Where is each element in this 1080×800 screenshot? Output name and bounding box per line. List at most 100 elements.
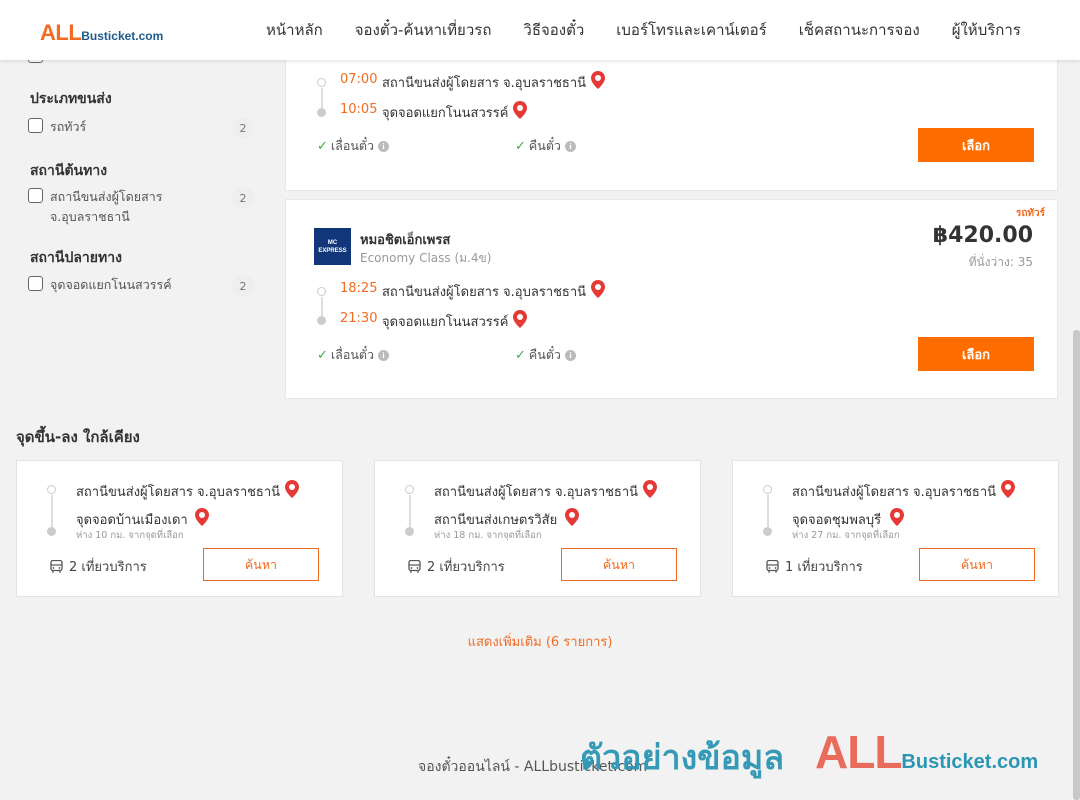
service-class: Economy Class (ม.4ข) <box>360 251 492 265</box>
feature-label: เลื่อนตั๋ว <box>330 138 375 153</box>
nearby-trip-count: 2 เที่ยวบริการ <box>50 556 147 577</box>
timeline-line <box>321 88 323 110</box>
info-icon[interactable]: i <box>564 140 576 152</box>
map-pin-icon[interactable] <box>591 280 605 298</box>
filter-checkbox[interactable] <box>28 188 43 203</box>
nav-how-to-book[interactable]: วิธีจองตั๋ว <box>523 18 584 42</box>
nearby-distance: ห่าง 18 กม. จากจุดที่เลือก <box>434 530 542 541</box>
nav-operators[interactable]: ผู้ให้บริการ <box>952 18 1021 42</box>
nearby-from: สถานีขนส่งผู้โดยสาร จ.อุบลราชธานี <box>76 485 281 500</box>
map-pin-icon[interactable] <box>285 480 299 498</box>
trip-card: 07:00 สถานีขนส่งผู้โดยสาร จ.อุบลราชธานี … <box>285 55 1058 191</box>
filter-label: สถานีขนส่งผู้โดยสาร จ.อุบลราชธานี <box>50 189 163 224</box>
vehicle-type-badge: รถทัวร์ <box>1015 208 1045 219</box>
nearby-search-button[interactable]: ค้นหา <box>203 548 319 581</box>
depart-time: 07:00 <box>340 72 378 87</box>
bus-icon <box>766 560 779 573</box>
nearby-to: จุดจอดบ้านเมืองเดา <box>76 513 188 528</box>
nearby-from: สถานีขนส่งผู้โดยสาร จ.อุบลราชธานี <box>792 485 997 500</box>
site-header: ALLBusticket.com หน้าหลัก จองตั๋ว-ค้นหาเ… <box>0 0 1080 60</box>
info-icon[interactable]: i <box>564 349 576 361</box>
site-logo[interactable]: ALLBusticket.com <box>40 20 163 46</box>
watermark-text: ตัวอย่างข้อมูล <box>580 738 785 778</box>
filter-checkbox[interactable] <box>28 276 43 291</box>
nav-book-search[interactable]: จองตั๋ว-ค้นหาเที่ยวรถ <box>355 18 492 42</box>
feature-postpone: ✓ เลื่อนตั๋ว i <box>317 345 390 365</box>
show-more-link[interactable]: แสดงเพิ่มเติม (6 รายการ) <box>0 631 1080 652</box>
depart-station: สถานีขนส่งผู้โดยสาร จ.อุบลราชธานี <box>382 76 587 91</box>
filter-origin-title: สถานีต้นทาง <box>30 163 108 179</box>
logo-all: ALL <box>40 20 82 45</box>
map-pin-icon[interactable] <box>890 508 904 526</box>
filter-vehicle-type-title: ประเภทขนส่ง <box>30 91 112 107</box>
map-pin-icon[interactable] <box>591 71 605 89</box>
timeline-line <box>321 297 323 317</box>
select-trip-button[interactable]: เลือก <box>918 337 1034 371</box>
filter-item-vehicle-type[interactable]: รถทัวร์ 2 <box>28 117 254 139</box>
nearby-search-button[interactable]: ค้นหา <box>919 548 1035 581</box>
nearby-trips-label: 1 เที่ยวบริการ <box>785 560 863 575</box>
timeline-end-dot <box>317 316 326 325</box>
nearby-distance: ห่าง 27 กม. จากจุดที่เลือก <box>792 530 900 541</box>
watermark-logo-site: Busticket.com <box>901 751 1039 773</box>
info-icon[interactable]: i <box>378 349 390 361</box>
map-pin-icon[interactable] <box>1001 480 1015 498</box>
arrive-station: จุดจอดแยกโนนสวรรค์ <box>382 315 509 330</box>
check-icon: ✓ <box>317 138 328 154</box>
timeline-end-dot <box>405 527 414 536</box>
check-icon: ✓ <box>515 138 526 154</box>
bus-icon <box>408 560 421 573</box>
map-pin-icon[interactable] <box>643 480 657 498</box>
nearby-trip-count: 1 เที่ยวบริการ <box>766 556 863 577</box>
nav-home[interactable]: หน้าหลัก <box>266 18 323 42</box>
filter-count: 2 <box>232 187 254 209</box>
feature-label: คืนตั๋ว <box>528 138 561 153</box>
feature-refund: ✓ คืนตั๋ว i <box>515 345 576 365</box>
nearby-trips-label: 2 เที่ยวบริการ <box>427 560 505 575</box>
nearby-search-button[interactable]: ค้นหา <box>561 548 677 581</box>
map-pin-icon[interactable] <box>513 101 527 119</box>
check-icon: ✓ <box>515 347 526 363</box>
nearby-trip-count: 2 เที่ยวบริการ <box>408 556 505 577</box>
timeline-start-dot <box>405 485 414 494</box>
map-pin-icon[interactable] <box>565 508 579 526</box>
timeline-line <box>51 495 53 527</box>
filter-label: จุดจอดแยกโนนสวรรค์ <box>50 277 172 292</box>
map-pin-icon[interactable] <box>513 310 527 328</box>
nearby-to: สถานีขนส่งเกษตรวิสัย <box>434 513 558 528</box>
filter-item-origin[interactable]: สถานีขนส่งผู้โดยสาร จ.อุบลราชธานี 2 <box>28 187 254 227</box>
timeline-start-dot <box>317 78 326 87</box>
feature-postpone: ✓ เลื่อนตั๋ว i <box>317 136 390 156</box>
nav-contacts[interactable]: เบอร์โทรและเคาน์เตอร์ <box>616 18 766 42</box>
check-icon: ✓ <box>317 347 328 363</box>
nearby-card: สถานีขนส่งผู้โดยสาร จ.อุบลราชธานี จุดจอด… <box>16 460 343 597</box>
logo-site: Busticket.com <box>81 29 164 43</box>
nearby-distance: ห่าง 10 กม. จากจุดที่เลือก <box>76 530 184 541</box>
feature-refund: ✓ คืนตั๋ว i <box>515 136 576 156</box>
select-trip-button[interactable]: เลือก <box>918 128 1034 162</box>
arrive-time: 21:30 <box>340 311 378 326</box>
timeline-start-dot <box>317 287 326 296</box>
filter-item-destination[interactable]: จุดจอดแยกโนนสวรรค์ 2 <box>28 275 254 297</box>
timeline-end-dot <box>317 108 326 117</box>
filter-label: รถทัวร์ <box>50 119 87 134</box>
filter-count: 2 <box>232 275 254 297</box>
watermark-logo: ALLBusticket.com <box>815 725 1038 779</box>
arrive-time: 10:05 <box>340 102 378 117</box>
bus-icon <box>50 560 63 573</box>
timeline-line <box>767 495 769 527</box>
filter-checkbox[interactable] <box>28 118 43 133</box>
nearby-trips-label: 2 เที่ยวบริการ <box>69 560 147 575</box>
nav-booking-status[interactable]: เช็คสถานะการจอง <box>799 18 920 42</box>
watermark-logo-all: ALL <box>815 726 902 778</box>
page-scrollbar[interactable] <box>1073 330 1080 800</box>
feature-label: เลื่อนตั๋ว <box>330 347 375 362</box>
nearby-card: สถานีขนส่งผู้โดยสาร จ.อุบลราชธานี จุดจอด… <box>732 460 1059 597</box>
arrive-station: จุดจอดแยกโนนสวรรค์ <box>382 106 509 121</box>
timeline-end-dot <box>763 527 772 536</box>
info-icon[interactable]: i <box>378 140 390 152</box>
map-pin-icon[interactable] <box>195 508 209 526</box>
nearby-from: สถานีขนส่งผู้โดยสาร จ.อุบลราชธานี <box>434 485 639 500</box>
filter-count: 2 <box>232 117 254 139</box>
main-nav: หน้าหลัก จองตั๋ว-ค้นหาเที่ยวรถ วิธีจองตั… <box>250 0 1037 60</box>
